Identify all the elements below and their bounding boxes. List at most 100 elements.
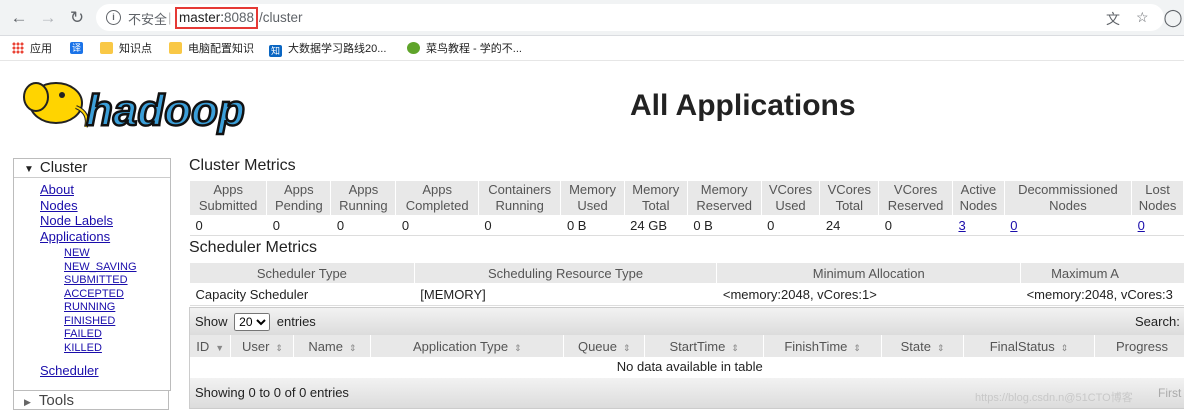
forward-icon[interactable]: → [37, 7, 59, 29]
sidebar-tools-label: Tools [38, 392, 74, 409]
node-count-link[interactable]: 3 [958, 218, 965, 233]
sidebar-cluster-label: Cluster [39, 159, 88, 176]
column-header: Active Nodes [951, 180, 1005, 216]
page-size-select[interactable]: 20 [234, 313, 271, 331]
bookmark-star-icon[interactable]: ☆ [1136, 9, 1149, 26]
column-header: Lost Nodes [1131, 180, 1184, 216]
column-header-line: Submitted [198, 198, 258, 213]
bookmark-label: 应用 [30, 43, 52, 55]
scheduler-metrics-title: Scheduler Metrics [189, 239, 318, 256]
sortable-column-header[interactable]: FinishTime ⇕ [763, 335, 883, 357]
sidebar-state-running[interactable]: RUNNING [14, 301, 170, 315]
runoob-icon [407, 42, 420, 54]
showing-entries-label: Showing 0 to 0 of 0 entries [195, 385, 349, 400]
url-port: 8088 [224, 10, 255, 25]
sidebar-link-scheduler[interactable]: Scheduler [14, 363, 170, 379]
url-separator: | [168, 10, 172, 25]
sidebar-state-failed[interactable]: FAILED [14, 328, 170, 342]
sidebar: ▼ Cluster About Nodes Node Labels Applica… [13, 158, 171, 391]
column-header: Decommissioned Nodes [1003, 180, 1133, 216]
column-header: Memory Total [623, 180, 688, 216]
bookmark-runoob[interactable]: 菜鸟教程 - 学的不... [407, 40, 522, 56]
bookmark-folder-knowledge[interactable]: 知识点 [100, 40, 152, 56]
sortable-column-header[interactable]: Application Type ⇕ [370, 335, 565, 357]
column-header-line: Nodes [1049, 198, 1087, 213]
column-header: Scheduler Type [189, 262, 415, 284]
sidebar-link-about[interactable]: About [14, 182, 170, 198]
sortable-column-header[interactable]: FinalStatus ⇕ [963, 335, 1095, 357]
hadoop-page: hadoop All Applications ▼ Cluster About N… [0, 61, 1184, 414]
sort-desc-icon: ▼ [215, 342, 225, 353]
column-header: Memory Reserved [686, 180, 762, 216]
sortable-column-header[interactable]: User ⇕ [230, 335, 295, 357]
back-icon[interactable]: ← [8, 7, 30, 29]
sidebar-state-killed[interactable]: KILLED [14, 342, 170, 356]
sidebar-cluster-header[interactable]: ▼ Cluster [14, 159, 170, 178]
sortable-column-header[interactable]: State ⇕ [881, 335, 965, 357]
node-count-link[interactable]: 0 [1138, 218, 1145, 233]
node-count-link[interactable]: 0 [1010, 218, 1017, 233]
bookmark-zhihu[interactable]: 知大数据学习路线20... [269, 40, 386, 57]
reload-icon[interactable]: ↻ [66, 7, 88, 29]
table-cell: 24 GB [624, 215, 688, 236]
bookmark-apps[interactable]: 应用 [12, 40, 52, 56]
translate-icon[interactable]: 文 [1106, 9, 1120, 29]
address-bar[interactable]: i 不安全 | master:8088 /cluster 文 ☆ [96, 4, 1164, 31]
sort-icon: ⇕ [275, 342, 283, 353]
zhihu-icon: 知 [269, 45, 282, 57]
account-icon[interactable]: ◯ [1162, 7, 1184, 29]
column-header-line: Apps [348, 182, 379, 197]
bookmark-translate[interactable]: 译 [70, 40, 89, 54]
first-page-button[interactable]: First [1158, 378, 1181, 408]
column-header: Scheduling Resource Type [413, 262, 718, 284]
sortable-column-header[interactable]: Progress [1094, 335, 1184, 357]
sidebar-state-submitted[interactable]: SUBMITTED [14, 274, 170, 288]
column-header: Memory Used [560, 180, 625, 216]
sidebar-state-accepted[interactable]: ACCEPTED [14, 288, 170, 302]
applications-toolbar: Show 20 entries Search: [190, 308, 1184, 335]
column-header-line: Used [577, 198, 608, 213]
table-cell: 3 [952, 215, 1005, 236]
sidebar-link-nodes[interactable]: Nodes [14, 198, 170, 214]
column-header-line: Completed [405, 198, 469, 213]
table-cell: 0 [478, 215, 561, 236]
caret-right-icon: ▶ [24, 397, 31, 407]
bookmarks-bar: 应用 译 知识点 电脑配置知识 知大数据学习路线20... 菜鸟教程 - 学的不… [0, 36, 1184, 61]
column-header-line: Total [835, 198, 864, 213]
sortable-column-header[interactable]: ID ▼ [190, 335, 232, 357]
table-row: No data available in table [190, 357, 1184, 376]
url-path: /cluster [259, 10, 303, 25]
column-header-line: Apps [284, 182, 314, 197]
column-header-line: Total [642, 198, 670, 213]
sidebar-state-new[interactable]: NEW [14, 247, 170, 261]
translate-icon: 译 [70, 42, 83, 54]
bookmark-folder-pc[interactable]: 电脑配置知识 [169, 40, 254, 56]
info-icon[interactable]: i [106, 10, 121, 25]
column-header: Minimum Allocation [716, 262, 1022, 284]
column-header: Apps Running [330, 180, 397, 216]
empty-message: No data available in table [616, 359, 763, 374]
column-header-line: Apps [213, 182, 243, 197]
table-cell: 0 [1131, 215, 1184, 236]
table-cell: 0 [761, 215, 820, 236]
sidebar-tools-header[interactable]: ▶ Tools [13, 390, 169, 410]
bookmark-label: 大数据学习路线20... [288, 43, 387, 55]
sortable-column-header[interactable]: StartTime ⇕ [644, 335, 765, 357]
sidebar-state-new-saving[interactable]: NEW_SAVING [14, 261, 170, 275]
scheduler-metrics-table: Scheduler Type Scheduling Resource Type … [189, 262, 1184, 306]
column-header-line: Reserved [887, 198, 944, 213]
sort-icon: ⇕ [1060, 342, 1069, 353]
sidebar-state-finished[interactable]: FINISHED [14, 315, 170, 329]
apps-grid-icon [12, 42, 24, 54]
column-header-line: Decommissioned [1018, 182, 1118, 197]
sidebar-link-applications[interactable]: Applications [14, 229, 170, 245]
column-header-label: Progress [1115, 338, 1168, 354]
sortable-column-header[interactable]: Name ⇕ [293, 335, 372, 357]
column-header-line: Memory [632, 182, 680, 197]
sortable-column-header[interactable]: Queue ⇕ [563, 335, 646, 357]
sort-icon: ⇕ [731, 342, 739, 353]
column-header-line: VCores [768, 182, 813, 197]
sidebar-link-node-labels[interactable]: Node Labels [14, 213, 170, 229]
column-header-line: Nodes [1138, 198, 1177, 213]
column-header: Maximum A [1020, 262, 1184, 284]
